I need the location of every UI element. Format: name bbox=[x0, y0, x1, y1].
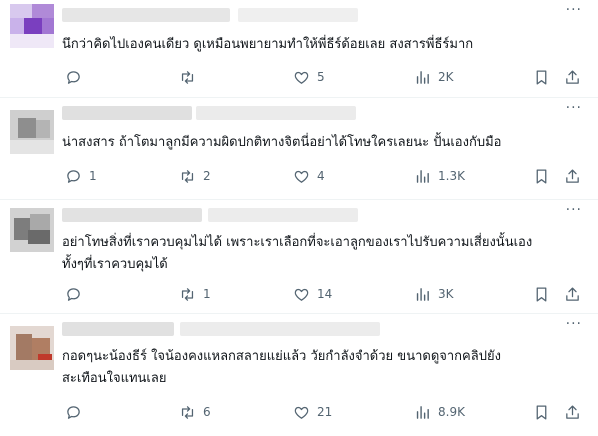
action-bar: 1 14 3K bbox=[62, 284, 588, 304]
views-icon bbox=[416, 169, 429, 183]
post-3[interactable]: ··· อย่าโทษสิ่งที่เราควบคุมไม่ได้ เพราะเ… bbox=[0, 200, 598, 314]
repost-count: 1 bbox=[203, 287, 211, 301]
views-count: 1.3K bbox=[438, 169, 465, 183]
views-button[interactable]: 2K bbox=[414, 67, 454, 87]
post-text: กอดๆนะน้องธีร์ ใจน้องคงแหลกสลายแย่แล้ว ว… bbox=[62, 346, 582, 390]
repost-count: 2 bbox=[203, 169, 211, 183]
post-text: น่าสงสาร ถ้าโตมาลูกมีความผิดปกติทางจิตนี… bbox=[62, 132, 582, 154]
bookmark-icon bbox=[536, 168, 547, 184]
post-text: อย่าโทษสิ่งที่เราควบคุมไม่ได้ เพราะเราเล… bbox=[62, 232, 582, 276]
like-icon bbox=[294, 71, 309, 84]
avatar[interactable] bbox=[10, 326, 54, 370]
like-icon bbox=[294, 170, 309, 183]
reply-icon bbox=[67, 70, 80, 84]
like-count: 4 bbox=[317, 169, 325, 183]
share-icon bbox=[566, 286, 579, 301]
like-button[interactable]: 14 bbox=[293, 284, 332, 304]
post-text-line: ทั้งๆที่เราควบคุมได้ bbox=[62, 257, 168, 272]
repost-button[interactable]: 2 bbox=[179, 166, 211, 186]
reply-button[interactable] bbox=[65, 67, 89, 87]
like-count: 14 bbox=[317, 287, 333, 301]
reply-count: 1 bbox=[89, 169, 97, 183]
repost-button[interactable] bbox=[179, 67, 203, 87]
views-icon bbox=[416, 287, 429, 301]
post-text-line: อย่าโทษสิ่งที่เราควบคุมไม่ได้ เพราะเราเล… bbox=[62, 235, 533, 250]
repost-icon bbox=[181, 70, 194, 84]
reply-button[interactable] bbox=[65, 402, 89, 422]
like-count: 21 bbox=[317, 405, 333, 419]
views-button[interactable]: 1.3K bbox=[414, 166, 465, 186]
reply-button[interactable]: 1 bbox=[65, 166, 97, 186]
bookmark-icon bbox=[536, 69, 547, 85]
bookmark-button[interactable] bbox=[533, 402, 550, 422]
like-icon bbox=[294, 406, 309, 419]
share-icon bbox=[566, 168, 579, 183]
share-button[interactable] bbox=[564, 67, 581, 87]
more-options-icon[interactable]: ··· bbox=[566, 2, 582, 18]
bookmark-icon bbox=[536, 286, 547, 302]
bookmark-button[interactable] bbox=[533, 166, 550, 186]
post-text-line: สะเทือนใจแทนเลย bbox=[62, 371, 167, 386]
action-bar: 5 2K bbox=[62, 67, 588, 87]
repost-icon bbox=[181, 287, 194, 301]
share-icon bbox=[566, 69, 579, 84]
more-options-icon[interactable]: ··· bbox=[566, 316, 582, 332]
reply-icon bbox=[67, 287, 80, 301]
views-icon bbox=[416, 405, 429, 419]
post-1[interactable]: ··· นึกว่าคิดไปเองคนเดียว ดูเหมือนพยายาม… bbox=[0, 0, 598, 98]
views-icon bbox=[416, 70, 429, 84]
more-options-icon[interactable]: ··· bbox=[566, 202, 582, 218]
post-4[interactable]: ··· กอดๆนะน้องธีร์ ใจน้องคงแหลกสลายแย่แล… bbox=[0, 314, 598, 436]
repost-button[interactable]: 1 bbox=[179, 284, 211, 304]
views-count: 8.9K bbox=[438, 405, 465, 419]
share-button[interactable] bbox=[564, 284, 581, 304]
action-bar: 1 2 4 1.3K bbox=[62, 166, 588, 186]
post-text-line: นึกว่าคิดไปเองคนเดียว ดูเหมือนพยายามทำให… bbox=[62, 37, 474, 52]
reply-icon bbox=[67, 169, 80, 183]
views-count: 3K bbox=[438, 287, 454, 301]
action-bar: 6 21 8.9K bbox=[62, 402, 588, 422]
share-icon bbox=[566, 404, 579, 419]
post-text-line: น่าสงสาร ถ้าโตมาลูกมีความผิดปกติทางจิตนี… bbox=[62, 135, 502, 150]
avatar[interactable] bbox=[10, 110, 54, 154]
avatar[interactable] bbox=[10, 208, 54, 252]
views-button[interactable]: 8.9K bbox=[414, 402, 465, 422]
share-button[interactable] bbox=[564, 402, 581, 422]
like-button[interactable]: 21 bbox=[293, 402, 332, 422]
post-2[interactable]: ··· น่าสงสาร ถ้าโตมาลูกมีความผิดปกติทางจ… bbox=[0, 98, 598, 200]
bookmark-button[interactable] bbox=[533, 67, 550, 87]
repost-icon bbox=[181, 169, 194, 183]
like-count: 5 bbox=[317, 70, 325, 84]
post-text-line: กอดๆนะน้องธีร์ ใจน้องคงแหลกสลายแย่แล้ว ว… bbox=[62, 349, 501, 364]
like-button[interactable]: 5 bbox=[293, 67, 325, 87]
views-button[interactable]: 3K bbox=[414, 284, 454, 304]
repost-button[interactable]: 6 bbox=[179, 402, 211, 422]
repost-icon bbox=[181, 405, 194, 419]
repost-count: 6 bbox=[203, 405, 211, 419]
bookmark-button[interactable] bbox=[533, 284, 550, 304]
share-button[interactable] bbox=[564, 166, 581, 186]
reply-button[interactable] bbox=[65, 284, 89, 304]
like-icon bbox=[294, 288, 309, 301]
post-text: นึกว่าคิดไปเองคนเดียว ดูเหมือนพยายามทำให… bbox=[62, 34, 582, 56]
reply-icon bbox=[67, 405, 80, 419]
views-count: 2K bbox=[438, 70, 454, 84]
bookmark-icon bbox=[536, 404, 547, 420]
avatar[interactable] bbox=[10, 4, 54, 48]
more-options-icon[interactable]: ··· bbox=[566, 100, 582, 116]
like-button[interactable]: 4 bbox=[293, 166, 325, 186]
